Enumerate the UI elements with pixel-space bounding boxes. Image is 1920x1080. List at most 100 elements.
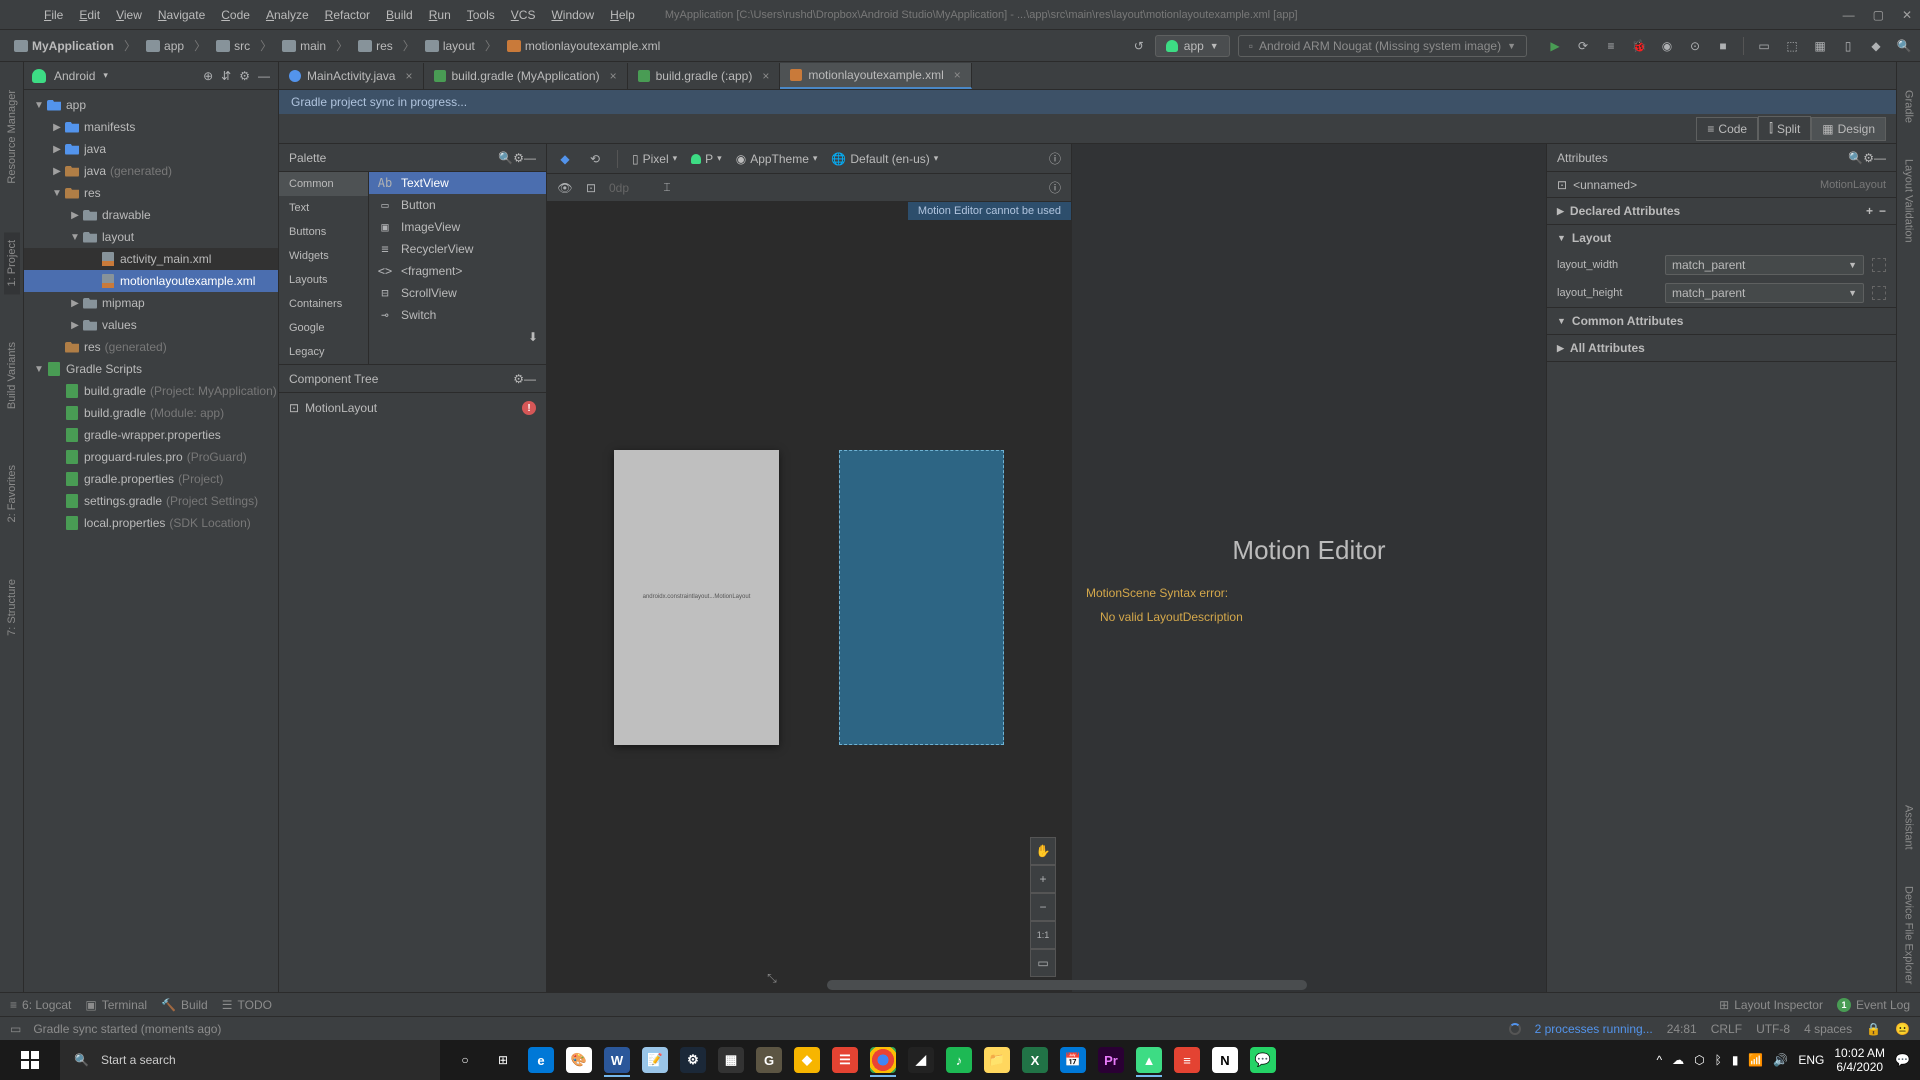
debug-icon[interactable]: 🐞: [1631, 38, 1647, 54]
palette-category[interactable]: Widgets: [279, 244, 368, 268]
status-icon[interactable]: ▭: [10, 1022, 21, 1036]
menu-view[interactable]: View: [108, 4, 150, 26]
layout-width-input[interactable]: match_parent▼: [1665, 255, 1864, 275]
menu-file[interactable]: File: [36, 4, 71, 26]
palette-category[interactable]: Containers: [279, 292, 368, 316]
select-opened-icon[interactable]: ⊕: [203, 69, 213, 83]
run-button[interactable]: ▶: [1547, 38, 1563, 54]
menu-code[interactable]: Code: [213, 4, 258, 26]
settings-icon[interactable]: ⚙: [239, 69, 250, 83]
palette-item[interactable]: AbTextView: [369, 172, 546, 194]
menu-refactor[interactable]: Refactor: [317, 4, 378, 26]
line-separator[interactable]: CRLF: [1711, 1022, 1742, 1036]
palette-item[interactable]: ≡RecyclerView: [369, 238, 546, 260]
tree-item[interactable]: ▼Gradle Scripts: [24, 358, 278, 380]
attr-flag-icon[interactable]: [1872, 258, 1886, 272]
apply-changes-icon[interactable]: ⟳: [1575, 38, 1591, 54]
canvas-surfaces[interactable]: Motion Editor cannot be used androidx.co…: [547, 202, 1071, 992]
palette-hide-icon[interactable]: —: [524, 151, 536, 165]
pan-icon[interactable]: ✋: [1030, 837, 1056, 865]
locale-selector[interactable]: 🌐 Default (en-us) ▾: [831, 152, 938, 166]
horizontal-scrollbar[interactable]: [827, 980, 1307, 990]
close-tab-icon[interactable]: ×: [405, 69, 412, 83]
zoom-actual-icon[interactable]: ▭: [1030, 949, 1056, 977]
palette-search-icon[interactable]: 🔍: [498, 151, 513, 165]
view-mode-code[interactable]: ≡ Code: [1696, 117, 1758, 141]
gutter-assistant[interactable]: Assistant: [1901, 797, 1917, 858]
menu-analyze[interactable]: Analyze: [258, 4, 317, 26]
processes-running[interactable]: 2 processes running...: [1535, 1022, 1653, 1036]
resize-handle-icon[interactable]: ⤡: [767, 971, 777, 986]
all-attributes-section[interactable]: ▶All Attributes: [1547, 335, 1896, 361]
layout-height-input[interactable]: match_parent▼: [1665, 283, 1864, 303]
breadcrumb-item[interactable]: res: [352, 37, 399, 55]
gutter-resource-manager[interactable]: Resource Manager: [4, 82, 20, 192]
layout-section[interactable]: ▼Layout: [1547, 225, 1896, 251]
palette-item[interactable]: ▭Button: [369, 194, 546, 216]
editor-tab[interactable]: build.gradle (MyApplication)×: [424, 63, 628, 89]
declared-attributes-section[interactable]: ▶Declared Attributes + −: [1547, 198, 1896, 224]
task-calendar[interactable]: 📅: [1056, 1043, 1090, 1077]
task-edge[interactable]: e: [524, 1043, 558, 1077]
blueprint-surface[interactable]: [839, 450, 1004, 745]
task-spotify[interactable]: ♪: [942, 1043, 976, 1077]
tab-todo[interactable]: ☰ TODO: [222, 998, 272, 1012]
tree-item[interactable]: res(generated): [24, 336, 278, 358]
sync-icon[interactable]: ↺: [1131, 38, 1147, 54]
task-android-studio[interactable]: ▲: [1132, 1043, 1166, 1077]
breadcrumb-item[interactable]: layout: [419, 37, 481, 55]
start-button[interactable]: [0, 1040, 60, 1080]
close-button[interactable]: ✕: [1902, 8, 1912, 22]
tree-item[interactable]: ▼res: [24, 182, 278, 204]
editor-tab[interactable]: build.gradle (:app)×: [628, 63, 781, 89]
palette-item[interactable]: ⊟ScrollView: [369, 282, 546, 304]
default-margin-value[interactable]: 0dp: [609, 181, 649, 195]
breadcrumb-item[interactable]: app: [140, 37, 190, 55]
attr-flag-icon[interactable]: [1872, 286, 1886, 300]
tray-dropbox-icon[interactable]: ⬡: [1694, 1053, 1704, 1067]
palette-category[interactable]: Legacy: [279, 340, 368, 364]
minimize-button[interactable]: —: [1843, 8, 1855, 22]
gutter-structure[interactable]: 7: Structure: [4, 571, 20, 644]
tab-terminal[interactable]: ▣ Terminal: [85, 998, 147, 1012]
tab-event-log[interactable]: 1 Event Log: [1837, 998, 1910, 1012]
project-view-dropdown[interactable]: Android: [54, 69, 95, 83]
tree-item[interactable]: gradle.properties(Project): [24, 468, 278, 490]
attr-hide-icon[interactable]: —: [1874, 151, 1886, 165]
tree-item[interactable]: ▼app: [24, 94, 278, 116]
attach-debugger-icon[interactable]: ⊙: [1687, 38, 1703, 54]
canvas-info-icon[interactable]: ⓘ: [1049, 179, 1061, 196]
search-everywhere-icon[interactable]: 🔍: [1896, 38, 1912, 54]
task-explorer[interactable]: 📁: [980, 1043, 1014, 1077]
view-mode-split[interactable]: ⫿ Split: [1758, 116, 1811, 141]
expand-all-icon[interactable]: ⇵: [221, 69, 231, 83]
task-app1[interactable]: ◆: [790, 1043, 824, 1077]
tree-item[interactable]: local.properties(SDK Location): [24, 512, 278, 534]
tree-item[interactable]: ▶java: [24, 138, 278, 160]
zoom-fit-icon[interactable]: 1:1: [1030, 921, 1056, 949]
default-margins-icon[interactable]: ⊡: [583, 180, 599, 196]
profile-icon[interactable]: ◉: [1659, 38, 1675, 54]
tree-item[interactable]: ▶mipmap: [24, 292, 278, 314]
task-premiere[interactable]: Pr: [1094, 1043, 1128, 1077]
editor-tab[interactable]: MainActivity.java×: [279, 63, 424, 89]
task-todoist2[interactable]: ≡: [1170, 1043, 1204, 1077]
breadcrumb-item[interactable]: src: [210, 37, 256, 55]
palette-item[interactable]: ⊸Switch: [369, 304, 546, 326]
project-tree[interactable]: ▼app▶manifests▶java▶java(generated)▼res▶…: [24, 90, 278, 992]
tray-notifications-icon[interactable]: 💬: [1895, 1053, 1910, 1067]
gutter-layout-validation[interactable]: Layout Validation: [1901, 151, 1917, 251]
close-tab-icon[interactable]: ×: [762, 69, 769, 83]
add-attribute-icon[interactable]: +: [1866, 204, 1873, 218]
close-tab-icon[interactable]: ×: [610, 69, 617, 83]
design-surface-icon[interactable]: ◆: [557, 151, 573, 167]
ct-hide-icon[interactable]: —: [524, 372, 536, 386]
palette-category[interactable]: Text: [279, 196, 368, 220]
task-excel[interactable]: X: [1018, 1043, 1052, 1077]
tree-item[interactable]: ▶values: [24, 314, 278, 336]
device-manager-icon[interactable]: ▯: [1840, 38, 1856, 54]
tree-item[interactable]: build.gradle(Module: app): [24, 402, 278, 424]
tray-wifi-icon[interactable]: 📶: [1748, 1053, 1763, 1067]
tab-build[interactable]: 🔨 Build: [161, 998, 208, 1012]
common-attributes-section[interactable]: ▼Common Attributes: [1547, 308, 1896, 334]
